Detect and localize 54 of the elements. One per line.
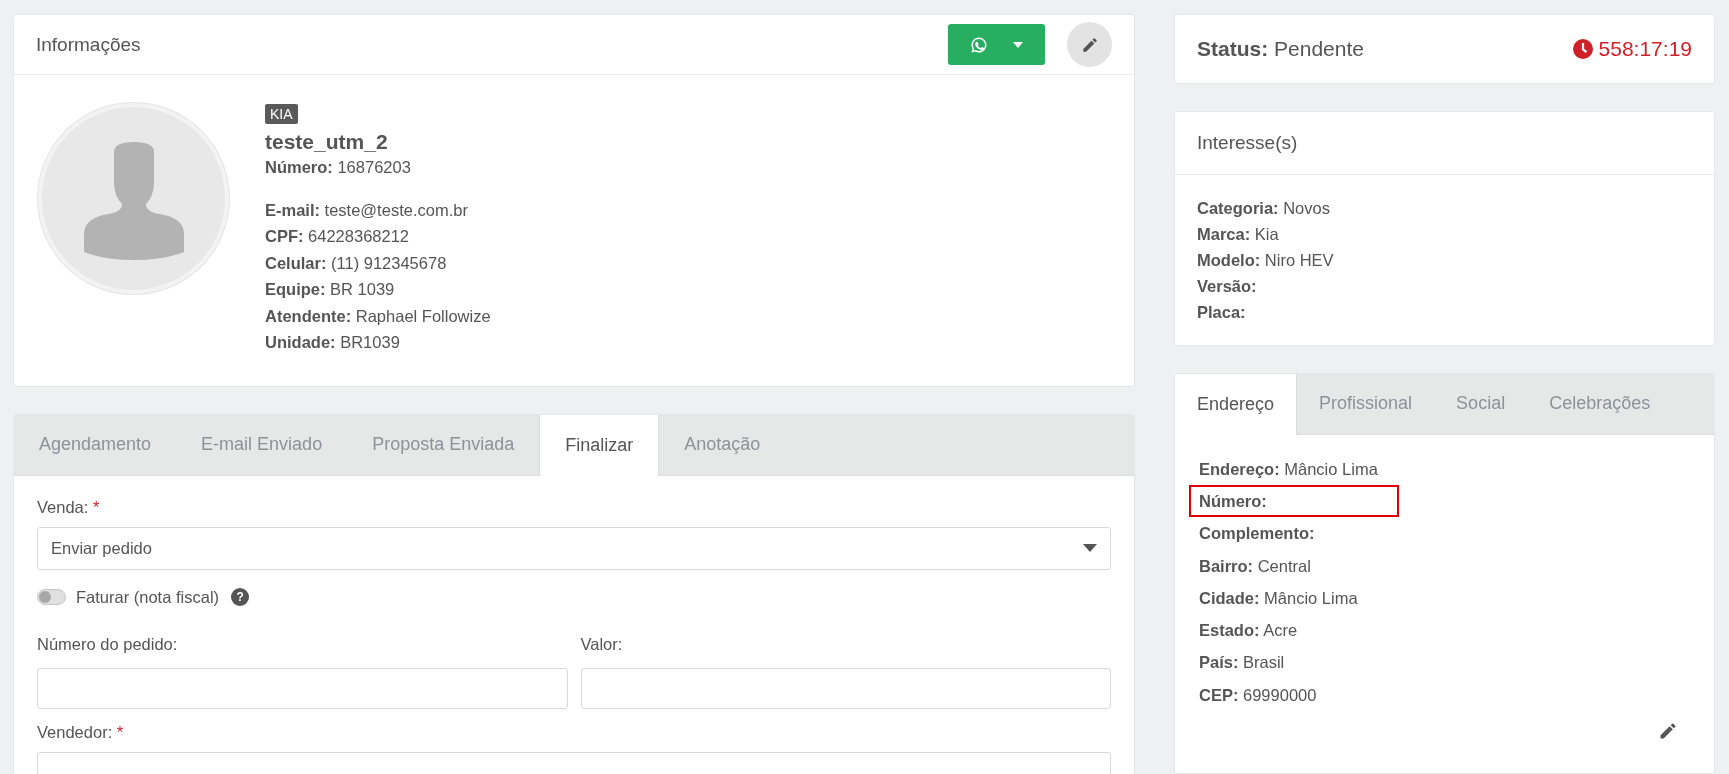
info-field: Equipe: BR 1039 — [265, 276, 395, 303]
toggle-label: Faturar (nota fiscal) — [76, 587, 220, 607]
tab[interactable]: Proposta Enviada — [347, 414, 540, 475]
tab[interactable]: Celebrações — [1527, 373, 1673, 434]
pencil-icon — [1080, 35, 1099, 54]
clock-icon — [1572, 38, 1593, 59]
info-field: E-mail: teste@teste.com.br — [265, 196, 468, 223]
address-field: País: Brasil — [1189, 646, 1399, 679]
amount-field[interactable] — [580, 667, 1111, 709]
tab[interactable]: Endereço — [1175, 373, 1298, 435]
field-label: Número do pedido: — [37, 634, 179, 654]
interest-field: Marca: Kia — [1197, 220, 1692, 247]
contact-name: teste_utm_2 — [265, 130, 388, 154]
tab[interactable]: Profissional — [1297, 373, 1435, 434]
whatsapp-button[interactable] — [948, 24, 1045, 65]
address-field: CEP: 69990000 — [1189, 678, 1399, 711]
interest-field: Modelo: Niro HEV — [1197, 246, 1692, 273]
edit-button[interactable] — [1067, 22, 1112, 67]
tab[interactable]: Agendamento — [14, 414, 177, 475]
help-icon[interactable]: ? — [231, 588, 250, 606]
person-silhouette-icon — [83, 142, 184, 262]
address-field: Estado: Acre — [1189, 614, 1399, 647]
tab[interactable]: Anotação — [659, 414, 786, 475]
order-number-field[interactable] — [37, 667, 568, 709]
interest-field: Versão: — [1197, 272, 1692, 299]
caret-icon — [1012, 41, 1023, 48]
pencil-icon[interactable] — [1658, 721, 1678, 741]
card-title: Interesse(s) — [1197, 131, 1298, 154]
address-field: Endereço: Mâncio Lima — [1189, 452, 1399, 485]
field-label: Valor: — [580, 634, 624, 654]
field-label: Vendedor: * — [37, 722, 125, 742]
tab[interactable]: Finalizar — [539, 414, 660, 476]
timer-text: 558:17:19 — [1598, 36, 1692, 61]
interest-field: Categoria: Novos — [1197, 194, 1692, 221]
brand-badge: KIA — [265, 104, 298, 124]
info-field: Número: 16876203 — [265, 154, 411, 181]
info-field: Atendente: Raphael Followize — [265, 302, 491, 329]
address-field: Cidade: Mâncio Lima — [1189, 581, 1399, 615]
card-title: Informações — [36, 33, 141, 56]
tab[interactable]: E-mail Enviado — [176, 414, 348, 475]
address-field: Bairro: Central — [1189, 549, 1399, 582]
address-field: Número: — [1189, 484, 1399, 518]
address-field: Complemento: — [1189, 517, 1399, 550]
status-text: Status: Pendente — [1197, 36, 1364, 61]
caret-icon — [1083, 544, 1097, 552]
info-field: Celular: (11) 912345678 — [265, 249, 447, 276]
tab[interactable]: Social — [1434, 373, 1528, 434]
chat-bubble-icon — [970, 35, 989, 54]
sale-select[interactable]: Enviar pedido — [37, 526, 1111, 570]
field-label: Venda: * — [37, 497, 101, 517]
info-field: CPF: 64228368212 — [265, 223, 410, 250]
info-field: Unidade: BR1039 — [265, 329, 400, 356]
interest-field: Placa: — [1197, 298, 1692, 325]
invoice-toggle[interactable] — [37, 589, 66, 605]
